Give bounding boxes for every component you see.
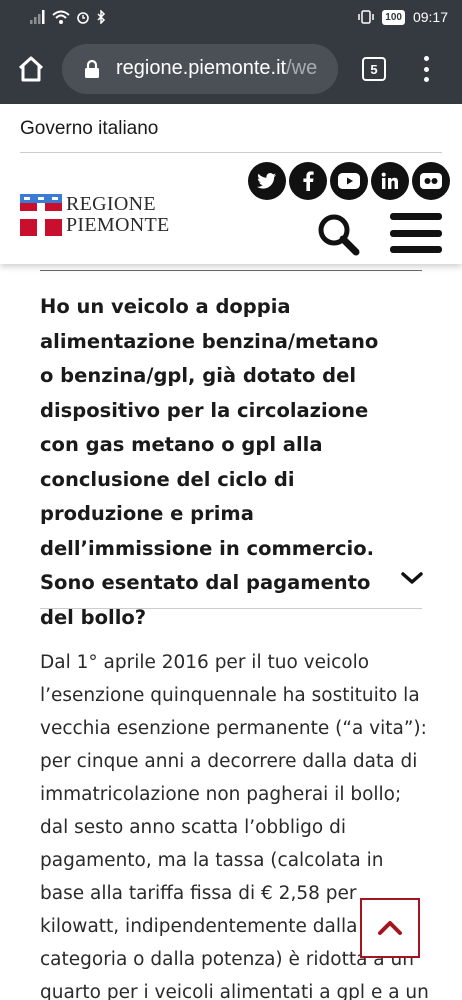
- wifi-icon: [52, 10, 70, 24]
- menu-dot: [423, 66, 429, 72]
- alarm-icon: [77, 12, 89, 24]
- logo-line-2: PIEMONTE: [66, 214, 170, 236]
- back-to-top-button[interactable]: [360, 898, 420, 958]
- url-path: /we: [286, 57, 318, 79]
- linkedin-icon[interactable]: [371, 162, 409, 200]
- menu-dot: [423, 56, 429, 61]
- menu-dot: [423, 77, 429, 82]
- browser-toolbar: regione.piemonte.it/we 5: [0, 34, 462, 104]
- section-divider: [40, 270, 422, 271]
- status-bar: 100 09:17: [0, 0, 462, 34]
- signal-icon: [30, 10, 45, 24]
- address-bar[interactable]: regione.piemonte.it/we: [62, 44, 338, 94]
- social-links: [248, 162, 450, 200]
- logo-wordmark: REGIONE PIEMONTE: [66, 194, 170, 236]
- header-divider: [20, 152, 442, 153]
- facebook-icon[interactable]: [289, 162, 327, 200]
- url-host: regione.piemonte.it: [116, 57, 287, 79]
- chevron-up-icon: [378, 921, 402, 935]
- youtube-icon[interactable]: [330, 162, 368, 200]
- status-icons-right: 100 09:17: [358, 8, 448, 26]
- lock-icon: [85, 59, 99, 78]
- hamburger-menu-button[interactable]: [390, 213, 442, 253]
- twitter-icon[interactable]: [248, 162, 286, 200]
- logo-line-1: REGIONE: [66, 193, 156, 215]
- faq-question[interactable]: Ho un veicolo a doppia alimentazione ben…: [40, 290, 386, 635]
- browser-menu-button[interactable]: [412, 54, 440, 84]
- piemonte-coat-of-arms-icon: [20, 194, 62, 236]
- bluetooth-icon: [97, 10, 106, 24]
- home-icon: [18, 56, 44, 82]
- hamburger-bar: [390, 213, 442, 220]
- hamburger-bar: [390, 246, 442, 253]
- tab-switcher-button[interactable]: 5: [362, 57, 386, 81]
- governo-italiano-link[interactable]: Governo italiano: [20, 118, 158, 140]
- vibrate-icon: [358, 10, 375, 24]
- clock: 09:17: [412, 9, 448, 25]
- url-text: regione.piemonte.it/we: [116, 57, 317, 80]
- regione-piemonte-logo[interactable]: REGIONE PIEMONTE: [20, 194, 170, 236]
- chevron-down-icon[interactable]: [400, 568, 424, 588]
- battery-indicator: 100: [382, 9, 405, 25]
- faq-divider: [40, 608, 422, 609]
- status-icons-left: [30, 8, 106, 26]
- search-button[interactable]: [316, 212, 360, 256]
- site-header: Governo italiano REGIONE PIEMONTE: [0, 104, 462, 264]
- search-icon: [318, 214, 360, 256]
- home-button[interactable]: [14, 52, 48, 86]
- flickr-icon[interactable]: [412, 162, 450, 200]
- hamburger-bar: [390, 229, 442, 237]
